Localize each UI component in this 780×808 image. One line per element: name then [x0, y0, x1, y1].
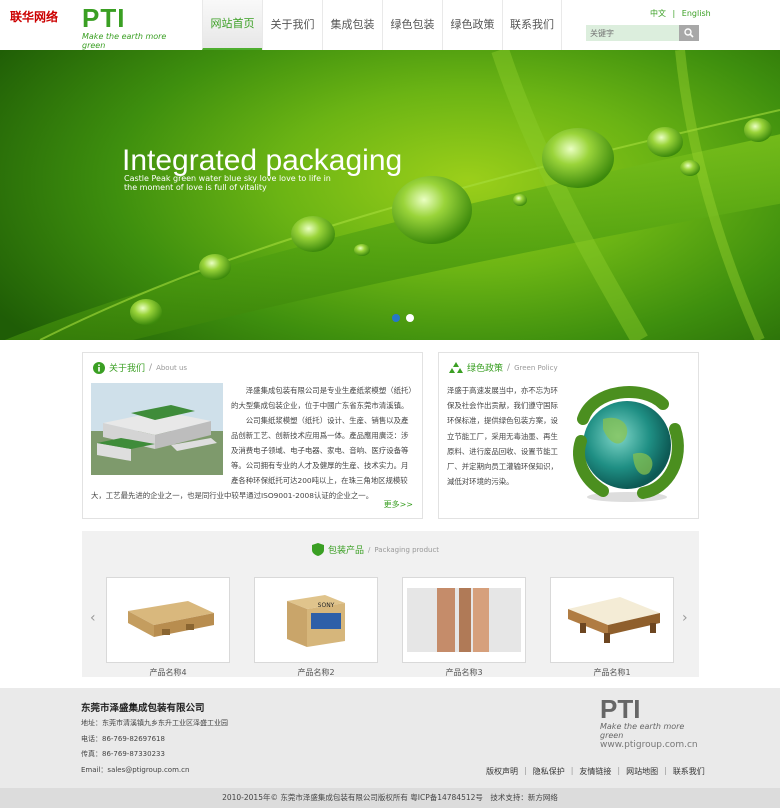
product-card[interactable]: 产品名称1 — [550, 577, 674, 693]
product-image: SONY — [254, 577, 378, 663]
nav-home[interactable]: 网站首页 — [202, 0, 262, 50]
next-arrow-icon[interactable]: › — [682, 610, 688, 626]
about-heading: 关于我们 / About us — [93, 361, 187, 374]
recycle-icon — [449, 361, 463, 373]
product-image — [106, 577, 230, 663]
link-separator: | — [617, 766, 621, 775]
language-switcher: 中文 | English — [648, 8, 713, 19]
prev-arrow-icon[interactable]: ‹ — [90, 610, 96, 626]
product-box-brand: SONY — [318, 602, 335, 609]
search-box — [586, 25, 699, 41]
title-separator: / — [507, 362, 511, 373]
shield-icon — [312, 543, 324, 556]
title-separator: / — [368, 545, 371, 554]
products-subtitle: Packaging product — [374, 545, 440, 554]
products-heading: 包装产品 / Packaging product — [312, 543, 439, 556]
products-section: 包装产品 / Packaging product ‹ › 产品名称4 SONY — [82, 531, 699, 677]
footer-link-contact[interactable]: 联系我们 — [673, 766, 705, 777]
logo-text: PTI — [82, 3, 126, 33]
footer-logo-text: PTI — [600, 694, 641, 724]
about-more-link[interactable]: 更多>> — [384, 499, 413, 510]
footer-link-friends[interactable]: 友情链接 — [579, 766, 611, 777]
company-name: 东莞市泽盛集成包装有限公司 — [81, 703, 205, 714]
footer-link-sitemap[interactable]: 网站地图 — [626, 766, 658, 777]
green-policy-body: 泽盛于高速发展当中，亦不忘为环保及社会作出贡献，我们遵守国际环保标准，提供绿色包… — [447, 386, 558, 487]
footer-link-copyright[interactable]: 版权声明 — [486, 766, 518, 777]
link-separator: | — [524, 766, 527, 775]
globe-image — [573, 386, 684, 502]
green-policy-title: 绿色政策 — [467, 364, 504, 374]
header: 联华网络 PTI Make the earth more green www.p… — [0, 0, 780, 60]
product-card[interactable]: 产品名称3 — [402, 577, 526, 693]
product-card[interactable]: SONY 产品名称2 — [254, 577, 378, 693]
search-icon — [684, 28, 694, 38]
link-separator: | — [570, 766, 574, 775]
hero-banner: Integrated packaging Castle Peak green w… — [0, 50, 780, 340]
about-body: 泽盛集成包装有限公司是专业生產纸浆模塑（纸托）的大型集成包装企业，位于中國广东省… — [91, 383, 415, 503]
product-card[interactable]: 产品名称4 — [106, 577, 230, 693]
footer-logo-url: www.ptigroup.com.cn — [600, 740, 698, 750]
about-subtitle: About us — [156, 363, 188, 372]
carousel-dot[interactable] — [392, 314, 400, 322]
copyright-bar: 2010-2015年© 东莞市泽盛集成包装有限公司版权所有 粤ICP备14784… — [0, 788, 780, 808]
footer-logo-slogan: Make the earth more green — [600, 722, 685, 740]
product-image — [402, 577, 526, 663]
main-nav: 网站首页 关于我们 集成包装 绿色包装 绿色政策 联系我们 — [202, 0, 562, 50]
green-policy-subtitle: Green Policy — [514, 363, 558, 372]
corner-mark: 联华网络 — [10, 10, 59, 24]
nav-contact[interactable]: 联系我们 — [502, 0, 562, 50]
footer-links: 版权声明 | 隐私保护 | 友情链接 | 网站地图 | 联系我们 — [486, 766, 705, 777]
lang-en[interactable]: English — [682, 9, 711, 18]
footer: 东莞市泽盛集成包装有限公司 地址：东莞市清溪镇九乡东升工业区泽盛工业园 电话：8… — [0, 688, 780, 788]
banner-image — [4, 50, 780, 340]
link-separator: | — [664, 766, 667, 775]
product-name[interactable]: 产品名称2 — [254, 667, 378, 678]
lang-zh[interactable]: 中文 — [650, 9, 666, 18]
product-name[interactable]: 产品名称1 — [550, 667, 674, 678]
nav-green-packaging[interactable]: 绿色包装 — [382, 0, 442, 50]
search-input[interactable] — [586, 25, 679, 41]
about-paragraph-1: 泽盛集成包装有限公司是专业生產纸浆模塑（纸托）的大型集成包装企业，位于中國广东省… — [231, 386, 413, 410]
green-policy-heading: 绿色政策 / Green Policy — [449, 361, 558, 374]
search-button[interactable] — [679, 25, 699, 41]
green-policy-section: 绿色政策 / Green Policy 泽盛于高速发展当中，亦不忘为环保及社会作… — [438, 352, 699, 519]
title-separator: / — [149, 362, 153, 373]
logo-slogan: Make the earth more green — [82, 32, 167, 50]
site-logo[interactable]: PTI Make the earth more green www.ptigro… — [82, 3, 192, 60]
product-name[interactable]: 产品名称4 — [106, 667, 230, 678]
info-icon — [93, 361, 105, 374]
product-name[interactable]: 产品名称3 — [402, 667, 526, 678]
company-phone: 电话：86-769-82697618 — [81, 735, 165, 743]
products-title: 包装产品 — [328, 546, 365, 556]
banner-subtitle: Castle Peak green water blue sky love lo… — [124, 174, 331, 192]
footer-link-privacy[interactable]: 隐私保护 — [533, 766, 565, 777]
nav-integrated[interactable]: 集成包装 — [322, 0, 382, 50]
footer-logo: PTI Make the earth more green www.ptigro… — [600, 694, 710, 750]
lang-separator: | — [672, 9, 676, 18]
company-address: 地址：东莞市清溪镇九乡东升工业区泽盛工业园 — [81, 719, 228, 727]
company-fax: 传真：86-769-87330233 — [81, 750, 165, 758]
company-email: Email：sales@ptigroup.com.cn — [81, 766, 190, 774]
about-section: 关于我们 / About us 泽盛集成包装有限公司是专业生產纸浆模塑（纸托）的… — [82, 352, 423, 519]
product-image — [550, 577, 674, 663]
about-title: 关于我们 — [109, 364, 146, 374]
carousel-dot[interactable] — [406, 314, 414, 322]
carousel-dots — [392, 314, 414, 322]
nav-about[interactable]: 关于我们 — [262, 0, 322, 50]
nav-green-policy[interactable]: 绿色政策 — [442, 0, 502, 50]
banner-title: Integrated packaging — [122, 144, 403, 177]
